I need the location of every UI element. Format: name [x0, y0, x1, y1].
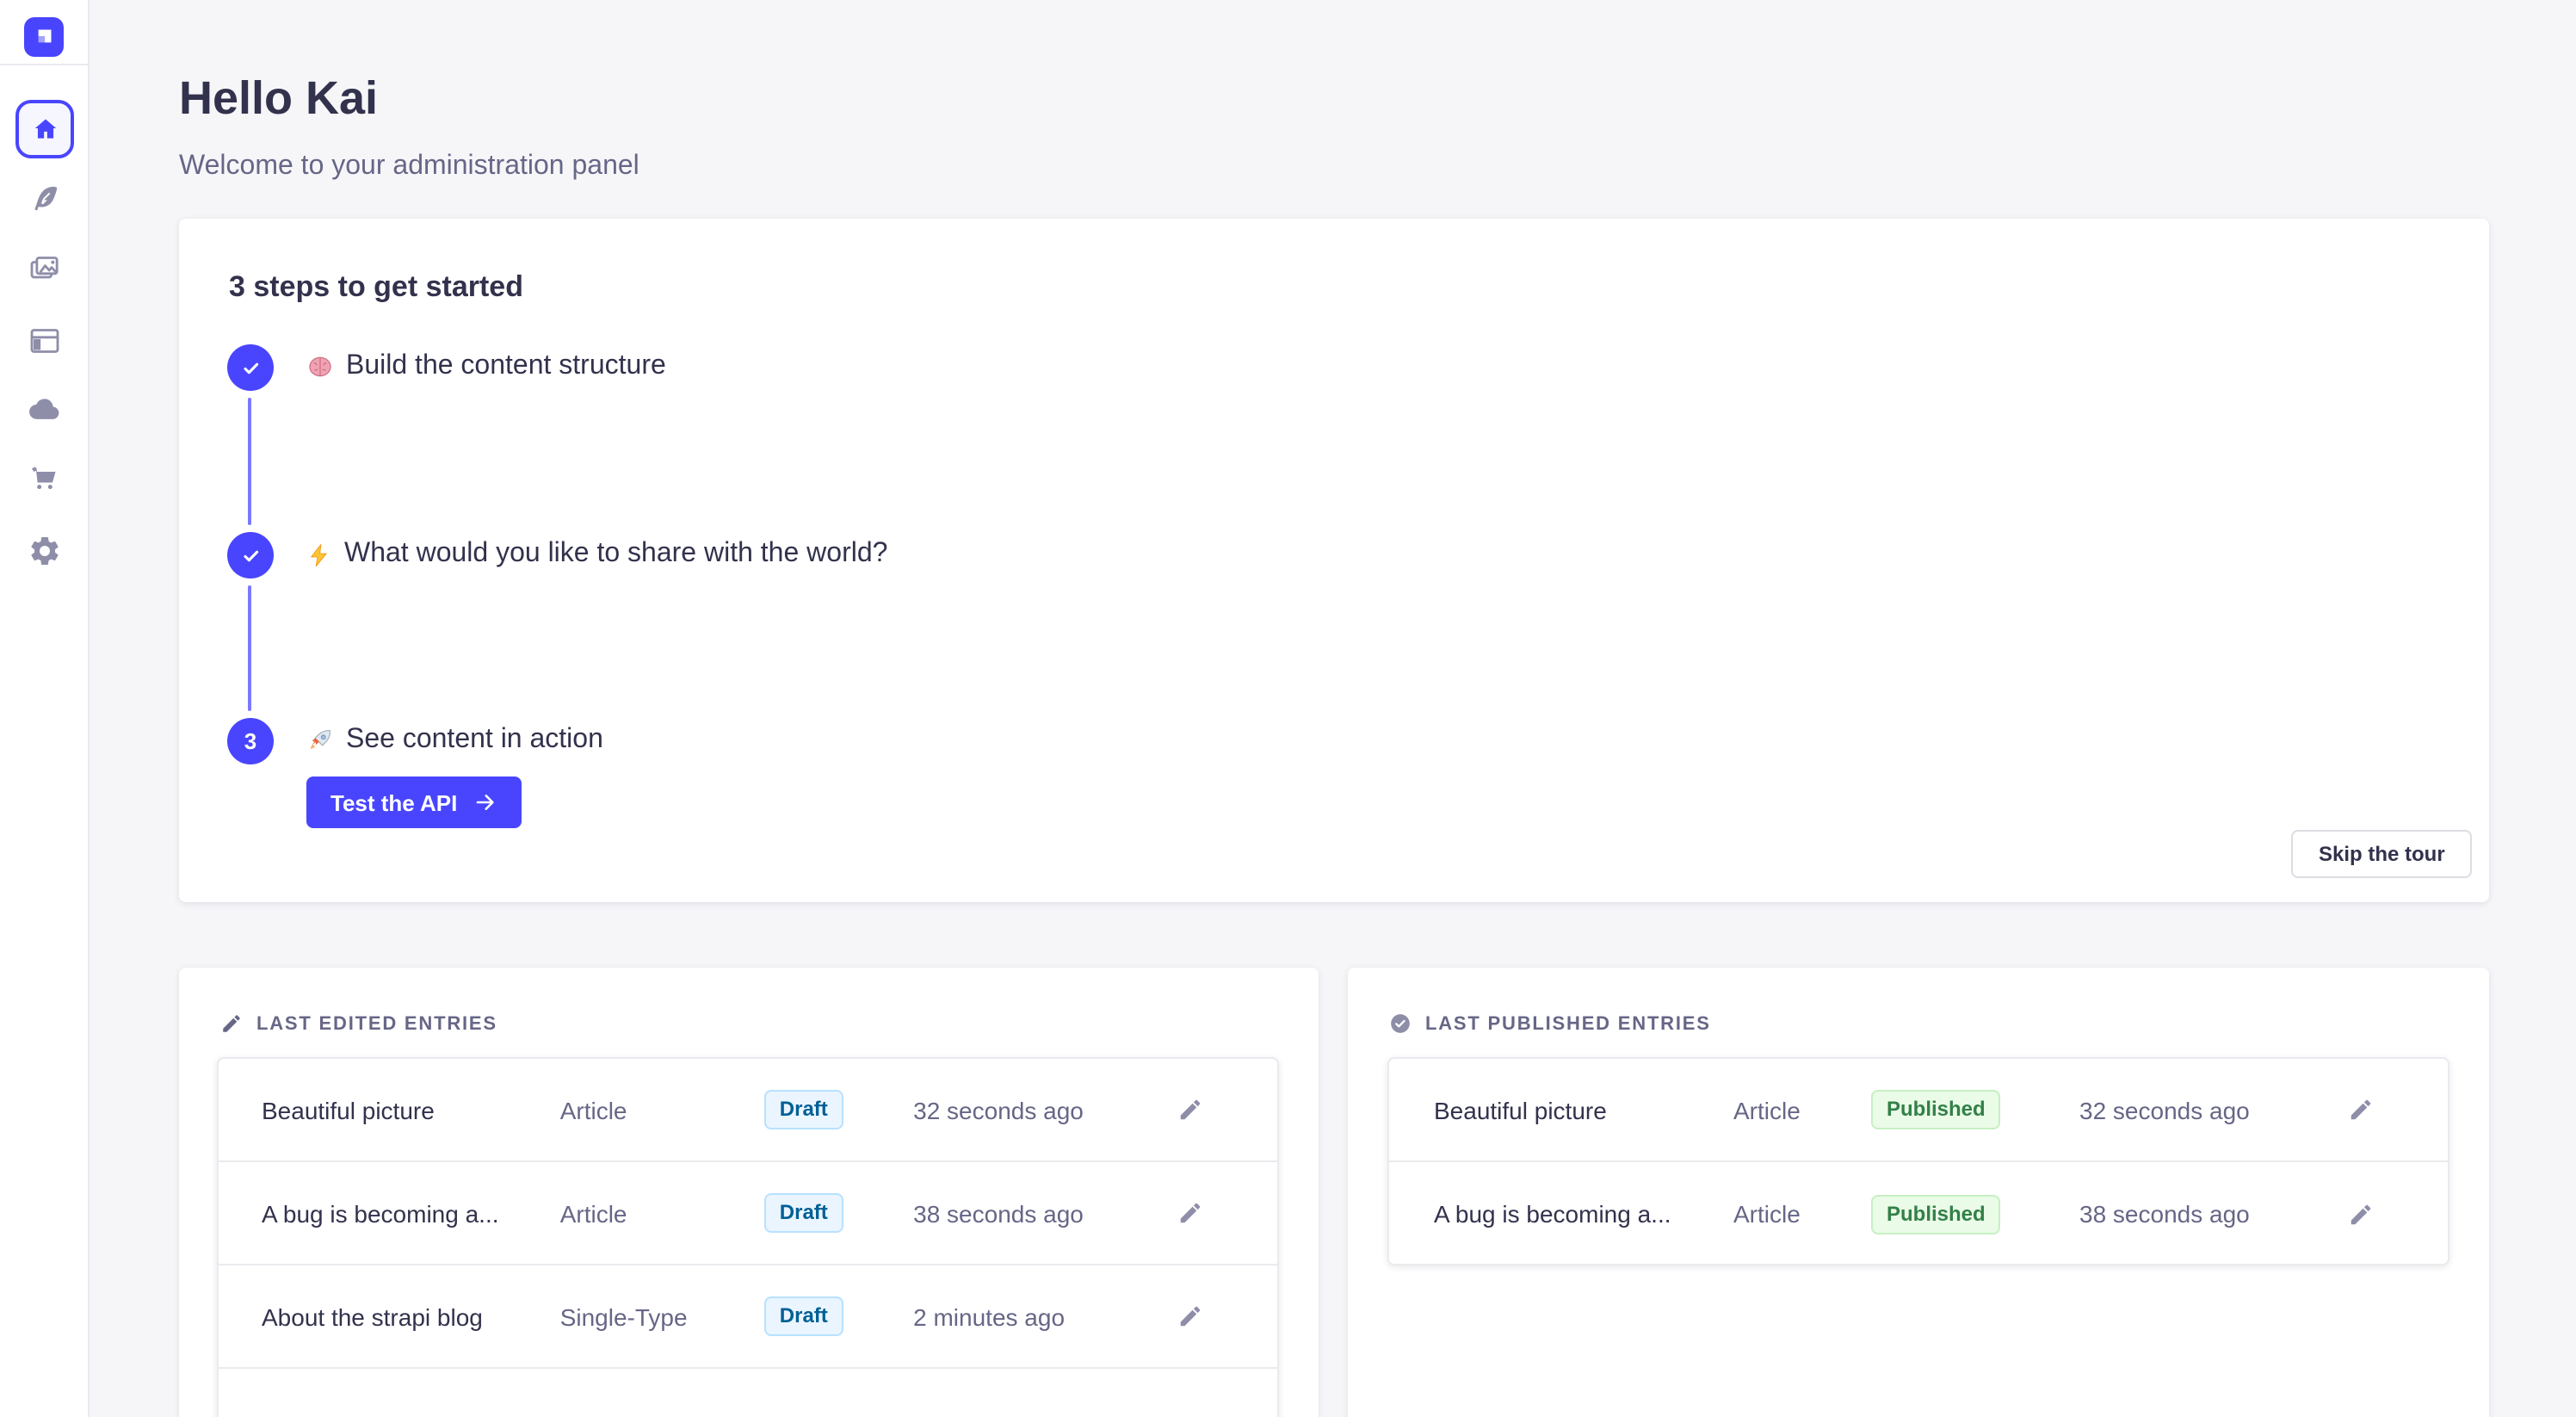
entry-type: Article	[560, 1096, 764, 1123]
rocket-emoji-icon	[306, 727, 334, 754]
step-2-check-circle	[227, 532, 274, 579]
entry-type: Article	[1733, 1096, 1871, 1123]
sidebar-item-content-type-builder[interactable]	[24, 320, 65, 362]
skip-the-tour-button[interactable]: Skip the tour	[2291, 830, 2473, 878]
sidebar-item-settings[interactable]	[24, 530, 65, 572]
entry-timestamp: 32 seconds ago	[2079, 1096, 2344, 1123]
sidebar-item-media-library[interactable]	[24, 248, 65, 289]
strapi-logo-icon	[29, 22, 59, 52]
edit-entry-button[interactable]	[1177, 1303, 1203, 1329]
settings-gear-icon	[28, 534, 62, 568]
step-3-number-circle: 3	[227, 718, 274, 764]
arrow-right-icon	[473, 790, 497, 814]
step-1-title[interactable]: Build the content structure	[306, 348, 666, 386]
entry-title: About the strapi blog	[262, 1303, 560, 1330]
entry-type: Article	[1733, 1200, 1871, 1228]
last-edited-entries-header: LAST EDITED ENTRIES	[220, 1012, 497, 1035]
step-3-label: See content in action	[346, 725, 603, 756]
pencil-icon	[1177, 1200, 1203, 1226]
last-edited-entries-title: LAST EDITED ENTRIES	[256, 1013, 497, 1034]
status-badge: Draft	[764, 1296, 843, 1336]
entry-timestamp: 38 seconds ago	[2079, 1200, 2344, 1228]
pencil-icon	[1177, 1303, 1203, 1329]
test-the-api-button[interactable]: Test the API	[306, 777, 521, 828]
table-row: Beautiful picture Article Draft 32 secon…	[219, 1059, 1277, 1162]
pencil-icon	[2348, 1201, 2374, 1227]
edit-entry-button[interactable]	[1177, 1200, 1203, 1226]
table-row: About the strapi blog Single-Type Draft …	[219, 1265, 1277, 1369]
table-row: A bug is becoming a... Article Draft 38 …	[219, 1162, 1277, 1265]
entry-timestamp: 32 seconds ago	[913, 1096, 1177, 1123]
test-the-api-label: Test the API	[330, 789, 457, 815]
last-published-entries-table: Beautiful picture Article Published 32 s…	[1387, 1057, 2449, 1265]
pencil-icon	[2348, 1097, 2374, 1123]
home-icon	[30, 114, 59, 144]
last-edited-entries-panel: LAST EDITED ENTRIES Beautiful picture Ar…	[179, 968, 1319, 1417]
entry-type: Article	[560, 1199, 764, 1227]
step-1-check-circle	[227, 344, 274, 391]
step-connector-line	[248, 585, 251, 711]
entry-timestamp: 2 minutes ago	[913, 1303, 1177, 1330]
entry-timestamp: 38 seconds ago	[913, 1199, 1177, 1227]
entry-title: A bug is becoming a...	[1434, 1200, 1733, 1228]
strapi-logo[interactable]	[24, 17, 64, 57]
edit-entry-button[interactable]	[2348, 1097, 2374, 1123]
table-row: A bug is becoming a... Article Published…	[1389, 1162, 2448, 1265]
entry-title: Beautiful picture	[262, 1096, 560, 1123]
entry-title: Beautiful picture	[1434, 1096, 1733, 1123]
sidebar-item-marketplace[interactable]	[24, 460, 65, 501]
table-row: Beautiful picture Article Published 32 s…	[1389, 1059, 2448, 1162]
marketplace-cart-icon	[28, 463, 62, 498]
sidebar-item-cloud[interactable]	[24, 389, 65, 430]
check-circle-icon	[1389, 1012, 1412, 1035]
strapi-admin-dashboard: Hello Kai Welcome to your administration…	[0, 0, 2576, 1417]
guided-tour-title: 3 steps to get started	[229, 270, 523, 305]
brain-emoji-icon	[306, 353, 334, 381]
lightning-emoji-icon	[306, 541, 332, 567]
step-2-label: What would you like to share with the wo…	[344, 539, 887, 570]
sidebar-divider	[0, 64, 90, 65]
step-3-number: 3	[244, 728, 256, 754]
edit-entry-button[interactable]	[1177, 1097, 1203, 1123]
cloud-icon	[28, 393, 62, 427]
feather-icon	[28, 182, 61, 214]
page-title: Hello Kai	[179, 72, 378, 126]
check-icon	[238, 356, 263, 380]
status-badge: Published	[1871, 1090, 2001, 1129]
status-badge: Draft	[764, 1090, 843, 1129]
last-published-entries-panel: LAST PUBLISHED ENTRIES Beautiful picture…	[1348, 968, 2489, 1417]
last-published-entries-title: LAST PUBLISHED ENTRIES	[1425, 1013, 1711, 1034]
main-nav-sidebar	[0, 0, 90, 1417]
last-edited-entries-table: Beautiful picture Article Draft 32 secon…	[217, 1057, 1279, 1417]
status-badge: Draft	[764, 1193, 843, 1233]
last-published-entries-header: LAST PUBLISHED ENTRIES	[1389, 1012, 1711, 1035]
sidebar-item-home[interactable]	[15, 100, 74, 158]
pencil-icon	[1177, 1097, 1203, 1123]
step-2-title[interactable]: What would you like to share with the wo…	[306, 535, 887, 573]
check-icon	[238, 543, 263, 567]
page-subtitle: Welcome to your administration panel	[179, 152, 639, 183]
status-badge: Published	[1871, 1194, 2001, 1234]
entry-type: Single-Type	[560, 1303, 764, 1330]
step-3-title[interactable]: See content in action	[306, 721, 603, 759]
step-connector-line	[248, 398, 251, 525]
edit-entry-button[interactable]	[2348, 1201, 2374, 1227]
step-1-label: Build the content structure	[346, 351, 666, 382]
media-library-icon	[28, 251, 62, 286]
sidebar-item-content-manager[interactable]	[24, 177, 65, 219]
content-type-builder-icon	[28, 324, 62, 358]
pencil-icon	[220, 1012, 243, 1035]
guided-tour-card: 3 steps to get started Build the content…	[179, 219, 2489, 902]
entry-title: A bug is becoming a...	[262, 1199, 560, 1227]
